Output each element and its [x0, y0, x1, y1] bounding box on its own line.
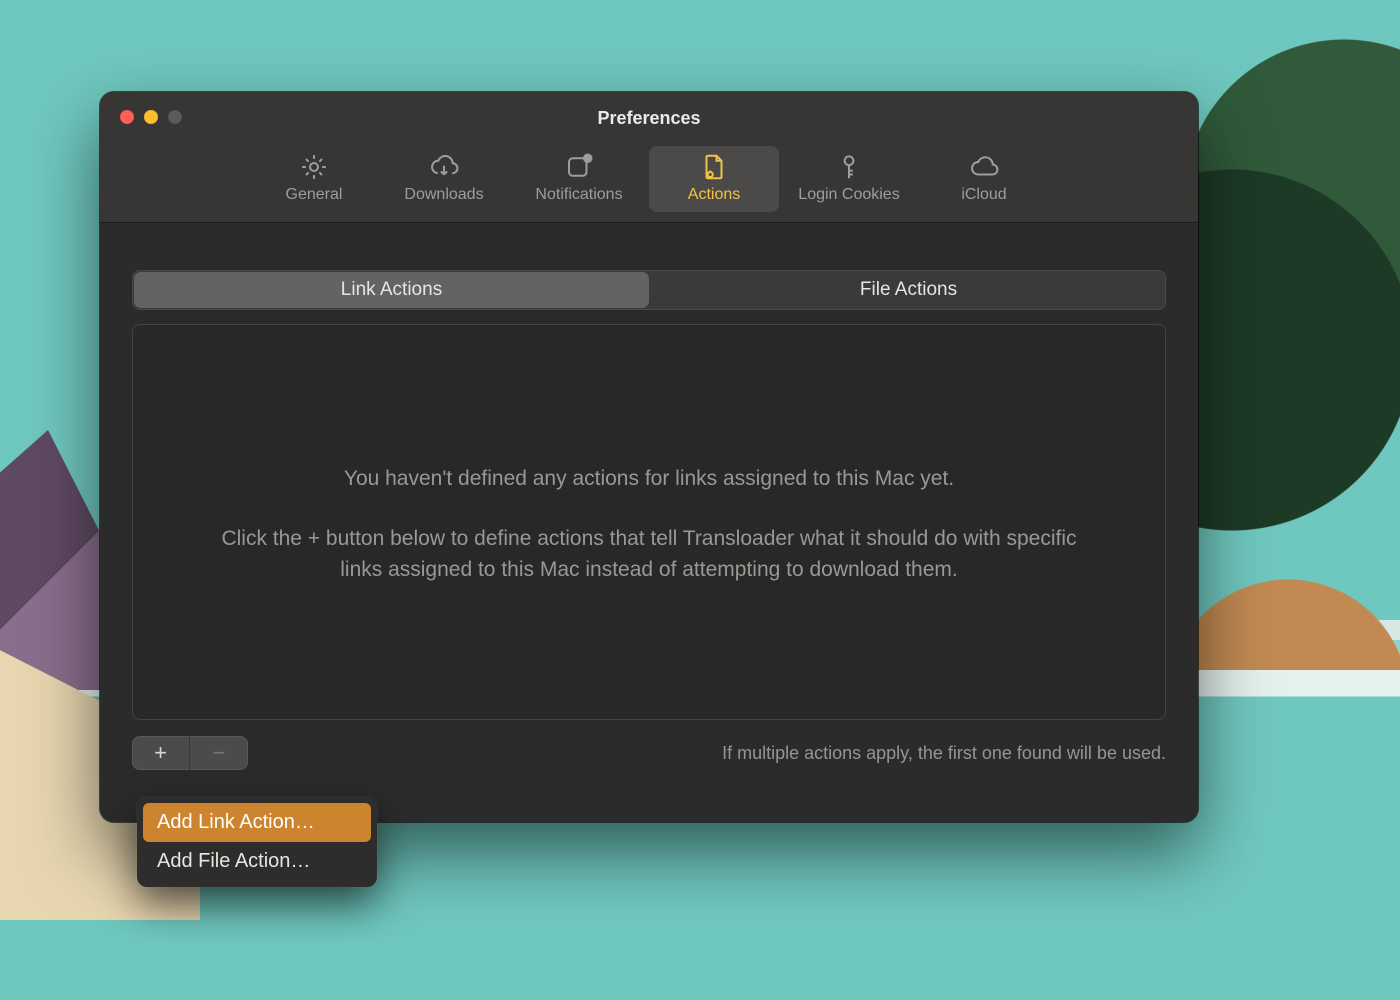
tab-label: General	[253, 186, 375, 204]
plus-icon: +	[154, 742, 167, 764]
segment-link-actions[interactable]: Link Actions	[134, 272, 649, 308]
preferences-window: Preferences General Downloads Notificati…	[100, 92, 1198, 822]
preferences-toolbar: General Downloads Notifications Act	[100, 144, 1198, 223]
tab-label: Login Cookies	[783, 186, 915, 204]
add-action-button[interactable]: +	[132, 736, 190, 770]
file-gear-icon	[699, 152, 729, 182]
actions-segmented-control: Link Actions File Actions	[132, 270, 1166, 310]
footer-note: If multiple actions apply, the first one…	[722, 743, 1166, 764]
menu-item-add-link-action[interactable]: Add Link Action…	[143, 803, 371, 842]
actions-footer: + − If multiple actions apply, the first…	[132, 736, 1166, 770]
gear-icon	[299, 152, 329, 182]
tab-actions[interactable]: Actions	[649, 146, 779, 212]
actions-list-empty: You haven't defined any actions for link…	[132, 324, 1166, 720]
tab-icloud[interactable]: iCloud	[919, 146, 1049, 212]
tab-downloads[interactable]: Downloads	[379, 146, 509, 212]
tab-label: Downloads	[383, 186, 505, 204]
actions-pane: Link Actions File Actions You haven't de…	[100, 238, 1198, 822]
close-window-button[interactable]	[120, 110, 134, 124]
tab-label: Actions	[653, 186, 775, 204]
window-title: Preferences	[597, 108, 700, 129]
cloud-download-icon	[429, 152, 459, 182]
segment-file-actions[interactable]: File Actions	[651, 270, 1166, 310]
cloud-icon	[969, 152, 999, 182]
add-action-menu: Add Link Action… Add File Action…	[137, 797, 377, 887]
tab-label: iCloud	[923, 186, 1045, 204]
menu-item-add-file-action[interactable]: Add File Action…	[143, 842, 371, 881]
empty-message-line-2: Click the + button below to define actio…	[203, 523, 1095, 586]
add-remove-control: + −	[132, 736, 248, 770]
key-icon	[834, 152, 864, 182]
notification-badge-icon	[564, 152, 594, 182]
traffic-lights	[120, 110, 182, 124]
zoom-window-button[interactable]	[168, 110, 182, 124]
minus-icon: −	[213, 742, 226, 764]
tab-notifications[interactable]: Notifications	[509, 146, 649, 212]
tab-login-cookies[interactable]: Login Cookies	[779, 146, 919, 212]
minimize-window-button[interactable]	[144, 110, 158, 124]
tab-label: Notifications	[513, 186, 645, 204]
remove-action-button[interactable]: −	[190, 736, 248, 770]
tab-general[interactable]: General	[249, 146, 379, 212]
titlebar: Preferences	[100, 92, 1198, 144]
empty-message-line-1: You haven't defined any actions for link…	[203, 463, 1095, 495]
